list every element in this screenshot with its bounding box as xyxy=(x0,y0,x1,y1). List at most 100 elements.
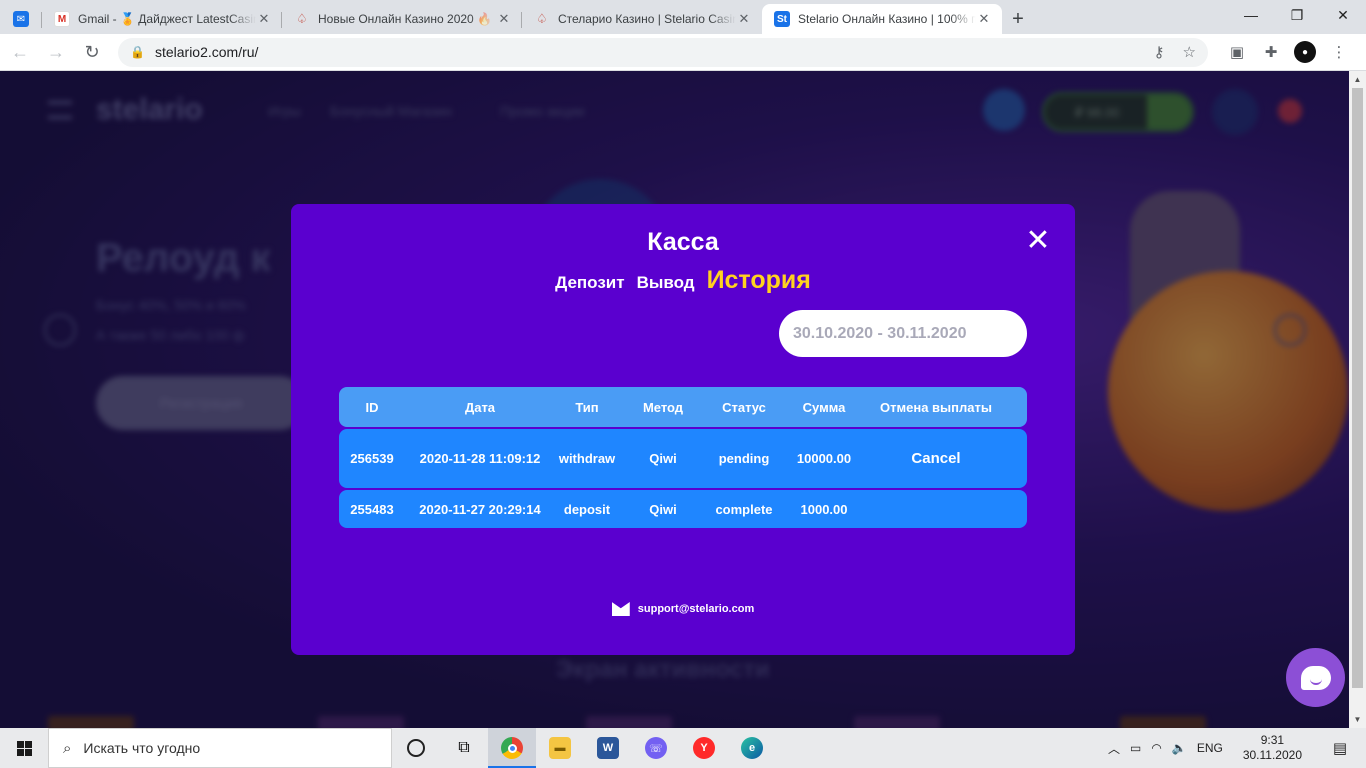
chat-bubble-button[interactable] xyxy=(1286,648,1345,707)
window-controls: — ❐ ✕ xyxy=(1228,0,1366,30)
tab-withdraw[interactable]: Вывод xyxy=(637,273,695,293)
row-method: Qiwi xyxy=(649,451,677,466)
mail-icon: ✉ xyxy=(13,11,29,27)
row-date: 2020-11-28 11:09:12 xyxy=(419,451,541,466)
profile-avatar[interactable]: ● xyxy=(1294,41,1316,63)
search-icon: ⌕ xyxy=(63,739,72,757)
header-id: ID xyxy=(365,399,379,415)
tray-chevron-icon[interactable]: ︿ xyxy=(1108,740,1120,757)
tab-pinned-mail[interactable]: ✉ xyxy=(0,4,42,34)
row-sum: 10000.00 xyxy=(796,451,852,466)
tab-title: Новые Онлайн Казино 2020 🔥 xyxy=(318,12,492,26)
tab-title: Стеларио Казино | Stelario Casino xyxy=(558,12,736,26)
cortana-icon[interactable] xyxy=(392,728,440,768)
browser-toolbar: ← → ↻ 🔒 stelario2.com/ru/ ⚷ ☆ ▣ ✚ ● ⋮ xyxy=(0,34,1366,71)
reload-icon[interactable]: ↻ xyxy=(76,36,108,68)
row-status: complete xyxy=(715,501,773,517)
row-id: 255483 xyxy=(350,501,394,517)
tab-new-casinos[interactable]: ♤ Новые Онлайн Казино 2020 🔥 ✕ xyxy=(282,4,522,34)
header-method: Метод xyxy=(642,399,684,415)
gmail-icon: M xyxy=(54,11,70,27)
maximize-icon[interactable]: ❐ xyxy=(1274,0,1320,30)
chat-icon xyxy=(1300,665,1331,690)
tab-stelario-review[interactable]: ♤ Стеларио Казино | Stelario Casino ✕ xyxy=(522,4,762,34)
row-status: pending xyxy=(718,451,770,466)
taskbar-search-placeholder: Искать что угодно xyxy=(83,740,201,756)
chrome-taskbar-icon[interactable] xyxy=(488,728,536,768)
clock[interactable]: 9:31 30.11.2020 xyxy=(1243,733,1302,763)
header-sum: Сумма xyxy=(802,399,846,415)
support-contact: support@stelario.com xyxy=(291,602,1075,616)
edge-icon[interactable]: e xyxy=(728,728,776,768)
url-text[interactable]: stelario2.com/ru/ xyxy=(155,44,1136,60)
row-method: Qiwi xyxy=(649,501,677,517)
clock-date: 30.11.2020 xyxy=(1242,748,1302,762)
row-sum: 1000.00 xyxy=(800,501,848,517)
header-status: Статус xyxy=(722,399,766,415)
page-scrollbar[interactable]: ▲ ▼ xyxy=(1349,71,1366,728)
table-row: 256539 2020-11-28 11:09:12 withdraw Qiwi… xyxy=(339,429,1027,488)
stelario-icon: St xyxy=(774,11,790,27)
row-id: 256539 xyxy=(350,451,394,466)
wifi-icon[interactable]: ◠ xyxy=(1151,741,1161,755)
close-icon[interactable]: ✕ xyxy=(1024,224,1052,257)
header-type: Тип xyxy=(575,399,599,415)
system-tray: ︿ ▭ ◠ 🔈 ENG 9:31 30.11.2020 ▤ xyxy=(1108,733,1366,763)
extension-icon[interactable]: ▣ xyxy=(1226,41,1248,63)
battery-icon[interactable]: ▭ xyxy=(1130,741,1141,755)
close-window-icon[interactable]: ✕ xyxy=(1320,0,1366,30)
language-indicator[interactable]: ENG xyxy=(1197,741,1223,755)
row-date: 2020-11-27 20:29:14 xyxy=(419,501,541,517)
date-range-input[interactable] xyxy=(779,310,1027,357)
row-cancel-empty xyxy=(867,490,1005,528)
close-tab-icon[interactable]: ✕ xyxy=(976,11,992,27)
lock-icon[interactable]: 🔒 xyxy=(130,45,145,59)
bookmark-star-icon[interactable]: ☆ xyxy=(1183,43,1196,61)
address-bar[interactable]: 🔒 stelario2.com/ru/ ⚷ ☆ xyxy=(118,37,1208,67)
row-type: deposit xyxy=(563,501,611,517)
scroll-up-icon[interactable]: ▲ xyxy=(1349,71,1366,88)
key-icon[interactable]: ⚷ xyxy=(1154,43,1165,61)
new-tab-button[interactable]: + xyxy=(1002,4,1034,34)
puzzle-icon[interactable]: ✚ xyxy=(1260,41,1282,63)
windows-logo-icon xyxy=(16,740,32,756)
table-header: ID Дата Тип Метод Статус Сумма Отмена вы… xyxy=(339,387,1027,427)
casino-icon: ♤ xyxy=(536,11,548,26)
notifications-icon[interactable]: ▤ xyxy=(1322,739,1358,757)
menu-dots-icon[interactable]: ⋮ xyxy=(1328,41,1350,63)
cancel-withdrawal-button[interactable]: Cancel xyxy=(867,429,1005,488)
clock-time: 9:31 xyxy=(1260,733,1285,747)
history-table: ID Дата Тип Метод Статус Сумма Отмена вы… xyxy=(339,387,1027,528)
start-button[interactable] xyxy=(0,728,48,768)
windows-taskbar: ⌕ Искать что угодно ⧉ ▬ W ☏ Y e ︿ ▭ ◠ 🔈 … xyxy=(0,728,1366,768)
tab-stelario-active[interactable]: St Stelario Онлайн Казино | 100% п ✕ xyxy=(762,4,1002,34)
scroll-thumb[interactable] xyxy=(1352,88,1363,688)
tab-deposit[interactable]: Депозит xyxy=(555,273,624,293)
close-tab-icon[interactable]: ✕ xyxy=(736,11,752,27)
cashier-modal: Касса ✕ Депозит Вывод История ID Дата Ти… xyxy=(291,204,1075,655)
yandex-browser-icon[interactable]: Y xyxy=(680,728,728,768)
file-explorer-icon[interactable]: ▬ xyxy=(536,728,584,768)
volume-icon[interactable]: 🔈 xyxy=(1172,741,1187,755)
close-tab-icon[interactable]: ✕ xyxy=(256,11,272,27)
tab-title: Gmail - 🏅 Дайджест LatestCasin xyxy=(78,12,256,26)
scroll-down-icon[interactable]: ▼ xyxy=(1349,711,1366,728)
tab-gmail[interactable]: M Gmail - 🏅 Дайджест LatestCasin ✕ xyxy=(42,4,282,34)
extensions-area: ▣ ✚ ● ⋮ xyxy=(1226,41,1350,63)
forward-icon[interactable]: → xyxy=(40,36,72,68)
word-icon[interactable]: W xyxy=(584,728,632,768)
tab-title: Stelario Онлайн Казино | 100% п xyxy=(798,12,976,26)
browser-tabbar: ✉ M Gmail - 🏅 Дайджест LatestCasin ✕ ♤ Н… xyxy=(0,0,1366,34)
cashier-tabs: Депозит Вывод История xyxy=(291,266,1075,295)
close-tab-icon[interactable]: ✕ xyxy=(496,11,512,27)
task-view-icon[interactable]: ⧉ xyxy=(440,728,488,768)
header-cancel: Отмена выплаты xyxy=(880,399,992,415)
tab-history[interactable]: История xyxy=(707,266,811,295)
minimize-icon[interactable]: — xyxy=(1228,0,1274,30)
mail-icon xyxy=(611,602,630,616)
support-email-link[interactable]: support@stelario.com xyxy=(638,603,754,615)
taskbar-search[interactable]: ⌕ Искать что угодно xyxy=(48,728,392,768)
viber-icon[interactable]: ☏ xyxy=(632,728,680,768)
back-icon[interactable]: ← xyxy=(4,36,36,68)
row-type: withdraw xyxy=(558,451,616,466)
